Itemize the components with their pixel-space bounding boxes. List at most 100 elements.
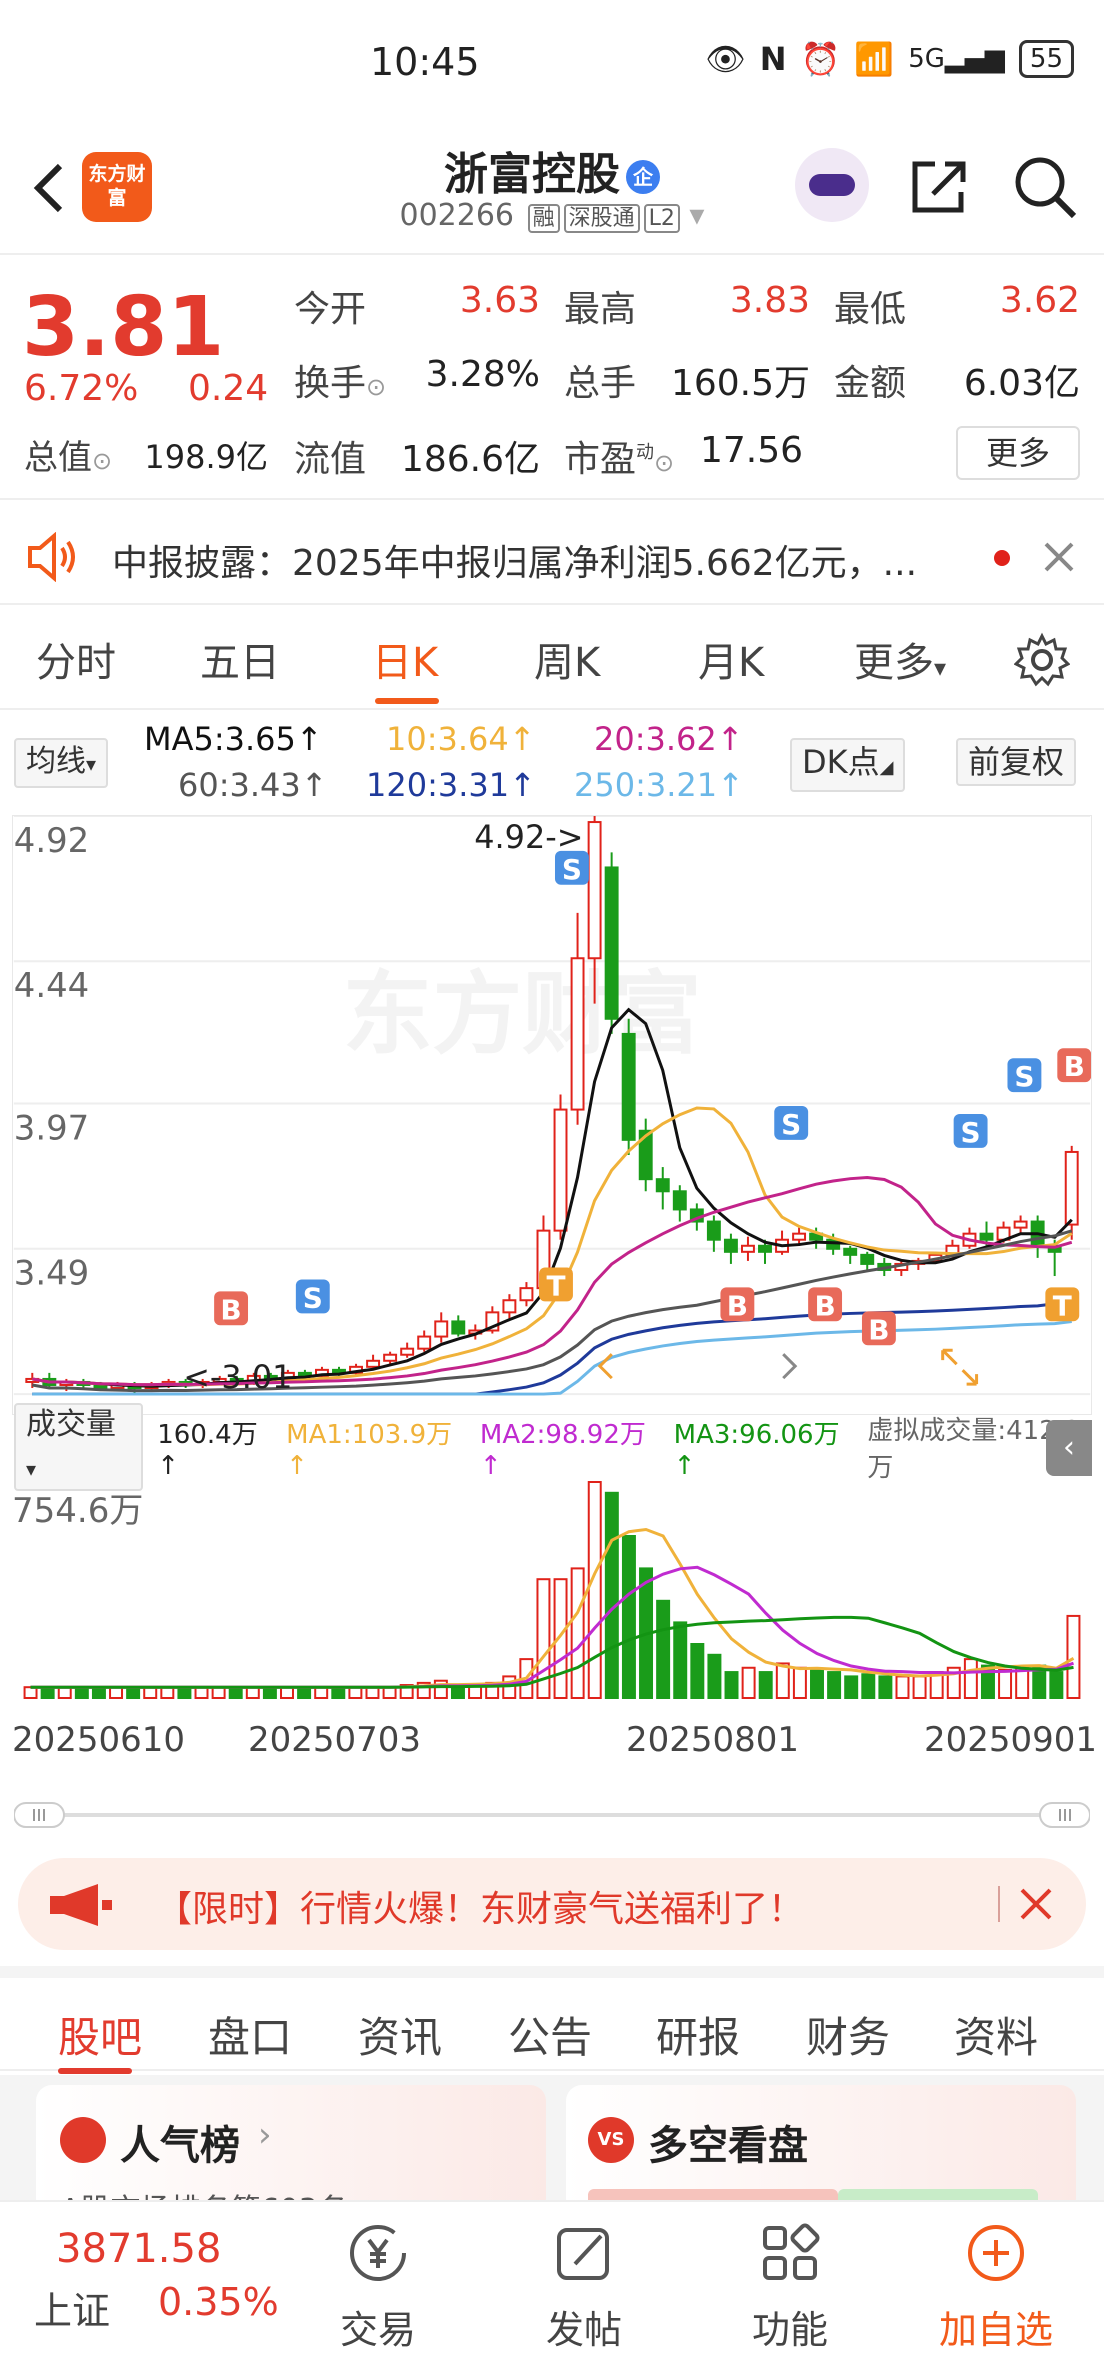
tab-daily-k[interactable]: 日K: [372, 630, 438, 688]
status-bar: 10:45 👁 N ⏰ 📶 5G▂▄▆ 55: [0, 0, 1104, 130]
volume-bar: [861, 1673, 876, 1700]
tab-announcements[interactable]: 公告: [508, 2004, 592, 2065]
ma60-value: 60:3.43↑: [178, 766, 328, 804]
signal-marker-T: T: [1045, 1287, 1080, 1322]
tag-connect: 深股通: [563, 204, 640, 233]
volume-total: 160.4万↑: [157, 1419, 258, 1481]
volume-bar: [245, 1686, 260, 1699]
signal-marker-T: T: [539, 1267, 573, 1302]
popularity-card[interactable]: 人气榜 › A股市场排名第603名: [36, 2085, 546, 2228]
nav-post[interactable]: 发帖: [504, 2222, 664, 2354]
nav-add-watchlist[interactable]: 加自选: [916, 2222, 1076, 2354]
nav-trade[interactable]: 交易: [298, 2222, 458, 2354]
signal-marker-S: S: [554, 850, 589, 886]
tab-profile[interactable]: 资料: [954, 2004, 1038, 2065]
volume-bar: [878, 1675, 893, 1699]
megaphone-icon: [50, 1884, 112, 1926]
close-icon[interactable]: [1018, 1886, 1054, 1922]
volume-bar: [314, 1686, 329, 1699]
volume-bar: [382, 1686, 397, 1699]
volume-bar: [126, 1686, 141, 1699]
tab-weekly-k[interactable]: 周K: [534, 630, 600, 688]
change-percent: 6.72%: [24, 368, 139, 409]
index-value[interactable]: 3871.58: [56, 2226, 221, 2272]
ma20-value: 20:3.62↑: [594, 720, 744, 758]
volume-bar: [792, 1666, 807, 1699]
app-header: 东方财富 浙富控股企 002266 融深股通 L2 ▾: [0, 130, 1104, 255]
candle-body: [723, 1238, 738, 1253]
active-tab-indicator: [375, 698, 439, 704]
ai-assistant-icon[interactable]: [795, 148, 869, 222]
volume-bar: [587, 1481, 602, 1699]
tab-finance[interactable]: 财务: [806, 2004, 890, 2065]
nav-functions[interactable]: 功能: [710, 2222, 870, 2354]
tab-orderbook[interactable]: 盘口: [208, 2004, 292, 2065]
svg-text:B: B: [868, 1313, 889, 1346]
date-tick: 20250901: [924, 1720, 1098, 1760]
volume-ma2: MA2:98.92万↑: [479, 1419, 646, 1481]
volume-bar: [143, 1686, 158, 1699]
period-tabs: 分时 五日 日K 周K 月K 更多▾: [0, 610, 1104, 710]
eye-icon: 👁: [705, 40, 746, 78]
tab-forum[interactable]: 股吧: [58, 2004, 142, 2065]
svg-text:S: S: [781, 1108, 801, 1141]
volume-bar: [57, 1686, 72, 1699]
bottom-bar: 3871.58 上证 0.35% 交易 发帖 功能 加自选: [0, 2200, 1104, 2376]
tab-news[interactable]: 资讯: [358, 2004, 442, 2065]
grid-icon: [763, 2223, 820, 2280]
volume-bar: [228, 1686, 243, 1699]
volume-bar: [827, 1671, 842, 1700]
change-amount: 0.24: [188, 368, 269, 409]
volume-bar: [707, 1653, 722, 1700]
candle-body: [740, 1244, 755, 1253]
volume-ma-line: [30, 1565, 1075, 1689]
volume-bar: [211, 1686, 226, 1699]
dropdown-icon[interactable]: ▾: [689, 198, 704, 233]
notice-bar[interactable]: 中报披露：2025年中报归属净利润5.662亿元，...: [0, 510, 1104, 605]
signal-icon: 5G▂▄▆: [908, 44, 1005, 74]
candle-body: [417, 1335, 432, 1350]
range-scrollbar[interactable]: [14, 1800, 1090, 1830]
candle-body: [502, 1299, 517, 1314]
adjust-button[interactable]: 前复权: [956, 738, 1077, 786]
tab-research[interactable]: 研报: [656, 2004, 740, 2065]
volume-bar: [690, 1643, 705, 1699]
svg-text:T: T: [1053, 1289, 1072, 1322]
volume-bar: [194, 1686, 209, 1699]
share-icon[interactable]: [905, 152, 975, 222]
tab-intraday[interactable]: 分时: [36, 630, 116, 688]
candle-body: [621, 1032, 636, 1141]
volume-bar: [450, 1686, 465, 1699]
volume-chart: 754.6万: [12, 1481, 1081, 1700]
signal-marker-S: S: [774, 1106, 809, 1141]
tab-monthly-k[interactable]: 月K: [698, 630, 764, 688]
svg-text:S: S: [303, 1281, 323, 1314]
volume-ma1: MA1:103.9万↑: [286, 1419, 453, 1481]
tab-more[interactable]: 更多▾: [854, 630, 946, 688]
kline-chart[interactable]: 东方财富4.924.443.973.493.014.92-><-3.01SSSS…: [12, 815, 1092, 1415]
vs-icon: VS: [588, 2117, 634, 2163]
volume-max-label: 754.6万: [12, 1491, 143, 1531]
svg-text:B: B: [220, 1293, 241, 1326]
promo-banner[interactable]: 【限时】行情火爆！东财豪气送福利了！: [18, 1858, 1086, 1950]
tab-5day[interactable]: 五日: [200, 630, 280, 688]
more-quote-button[interactable]: 更多: [956, 426, 1080, 480]
bull-bear-card[interactable]: VS 多空看盘: [566, 2085, 1076, 2215]
volume-label: 总手: [564, 363, 637, 404]
indicator-selector[interactable]: 均线▾: [14, 738, 109, 788]
svg-text:T: T: [546, 1269, 565, 1302]
volume-bar: [810, 1668, 824, 1699]
ma5-value: MA5:3.65↑: [144, 720, 323, 758]
close-icon[interactable]: [1042, 540, 1076, 574]
enterprise-badge: 企: [626, 160, 660, 194]
settings-gear-icon[interactable]: [1014, 632, 1070, 688]
open-value: 3.63: [459, 280, 540, 321]
dk-point-button[interactable]: DK点◢: [790, 738, 906, 792]
date-axis: 20250610 20250703 20250801 20250901: [12, 1720, 1097, 1770]
svg-text:B: B: [814, 1289, 835, 1322]
volume-bar: [331, 1686, 346, 1699]
wifi-icon: 📶: [854, 40, 895, 78]
candle-body: [553, 1108, 568, 1232]
collapse-arrow-icon[interactable]: ‹: [1046, 1420, 1092, 1476]
search-icon[interactable]: [1010, 152, 1080, 222]
